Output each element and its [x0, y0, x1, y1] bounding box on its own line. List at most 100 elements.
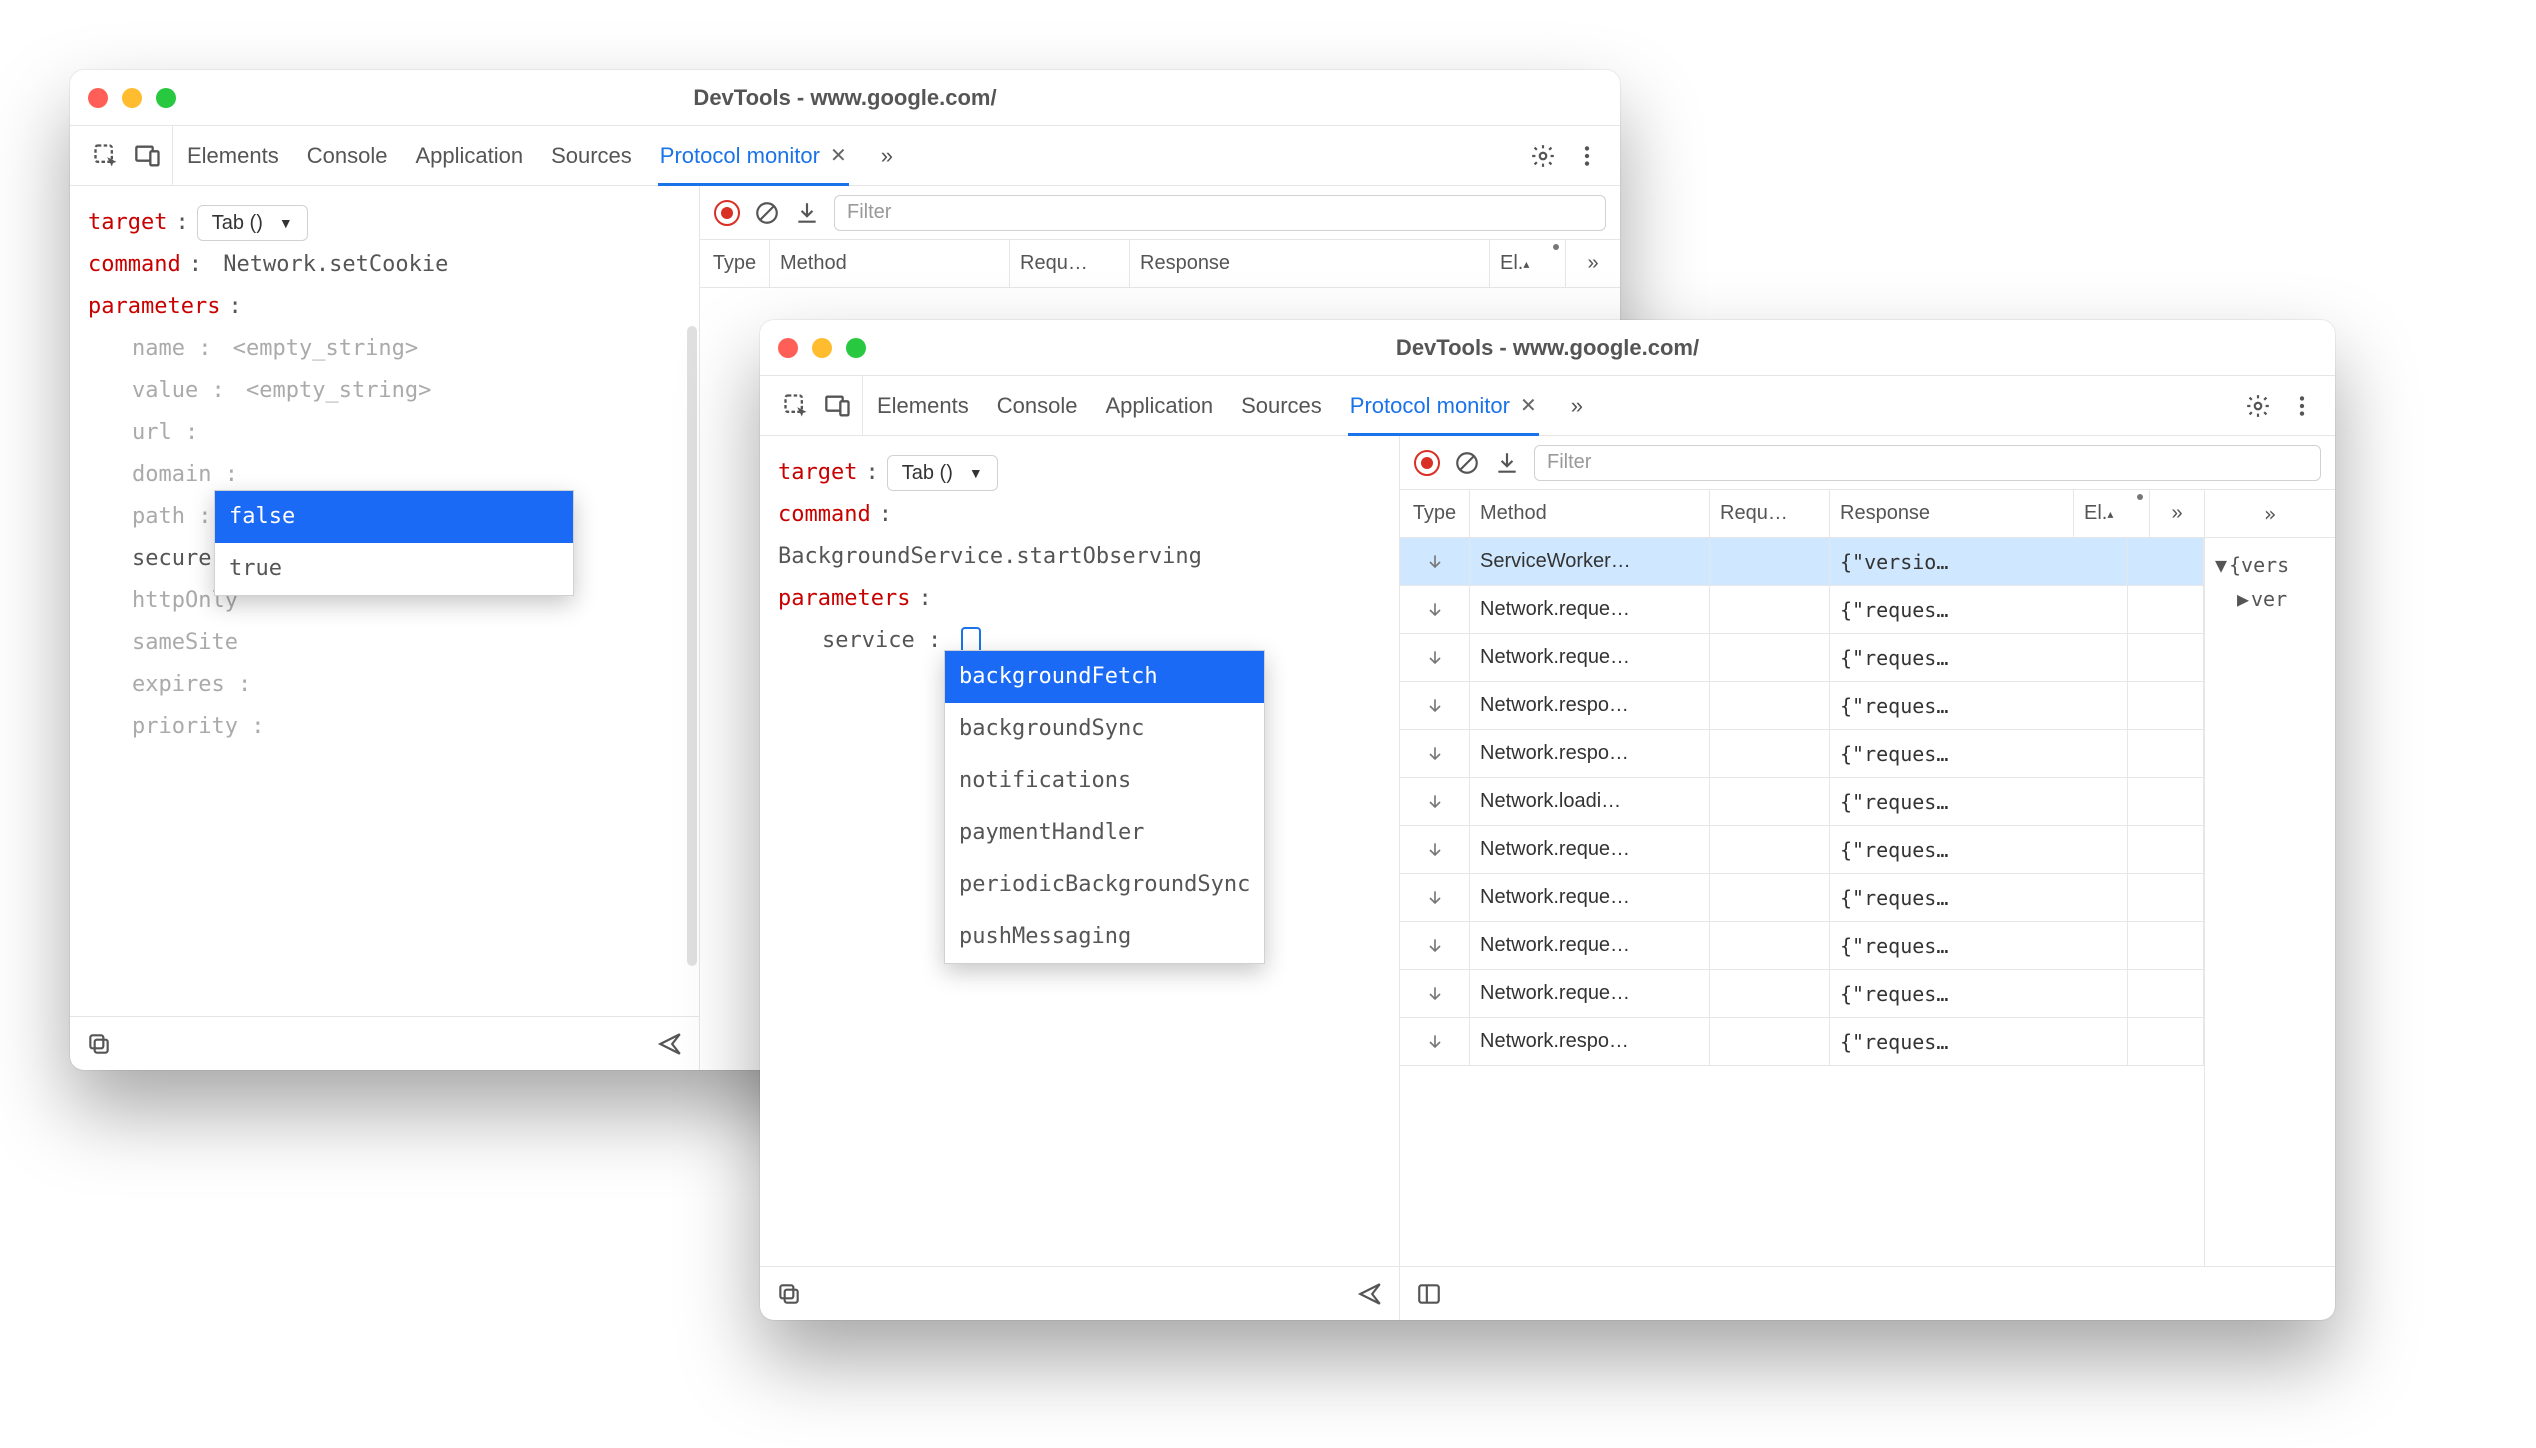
tab-sources[interactable]: Sources [551, 126, 632, 185]
table-row[interactable]: Network.reque…{"reques… [1400, 874, 2204, 922]
autocomplete-option[interactable]: pushMessaging [945, 911, 1264, 963]
col-elapsed-header[interactable]: El.▴ [1490, 240, 1566, 287]
traffic-light-close-icon[interactable] [88, 88, 108, 108]
row-request [1710, 778, 1830, 825]
tabs-overflow-icon[interactable]: » [875, 126, 899, 185]
clear-icon[interactable] [1454, 450, 1480, 476]
autocomplete-option[interactable]: periodicBackgroundSync [945, 859, 1264, 911]
table-row[interactable]: Network.respo…{"reques… [1400, 1018, 2204, 1066]
tab-elements[interactable]: Elements [187, 126, 279, 185]
param-row[interactable]: name : <empty_string> [88, 328, 681, 370]
editor-target-select[interactable]: Tab ()▼ [887, 455, 998, 491]
device-toolbar-icon[interactable] [824, 392, 852, 420]
download-icon[interactable] [794, 200, 820, 226]
copy-icon[interactable] [86, 1031, 112, 1057]
command-editor-pane: target: Tab ()▼ command: Network.setCook… [70, 186, 700, 1070]
settings-gear-icon[interactable] [1530, 143, 1556, 169]
tab-console[interactable]: Console [307, 126, 388, 185]
param-row[interactable]: value : <empty_string> [88, 370, 681, 412]
editor-command-value[interactable]: Network.setCookie [223, 244, 448, 286]
device-toolbar-icon[interactable] [134, 142, 162, 170]
devtools-window-front: DevTools - www.google.com/ Elements Cons… [760, 320, 2335, 1320]
traffic-light-zoom-icon[interactable] [846, 338, 866, 358]
tab-sources[interactable]: Sources [1241, 376, 1322, 435]
clear-icon[interactable] [754, 200, 780, 226]
param-row[interactable]: expires : [88, 664, 681, 706]
monitor-toolbar: Filter [700, 186, 1620, 240]
copy-icon[interactable] [776, 1281, 802, 1307]
filter-input[interactable]: Filter [1534, 445, 2321, 481]
autocomplete-option[interactable]: backgroundSync [945, 703, 1264, 755]
table-row[interactable]: Network.reque…{"reques… [1400, 922, 2204, 970]
monitor-pane: Filter Type Method Requ… Response El.▴ »… [1400, 436, 2335, 1320]
col-response-header[interactable]: Response [1130, 240, 1490, 287]
autocomplete-option[interactable]: backgroundFetch [945, 651, 1264, 703]
settings-gear-icon[interactable] [2245, 393, 2271, 419]
col-type-header[interactable]: Type [1400, 490, 1470, 537]
tab-close-icon[interactable]: ✕ [830, 143, 847, 168]
param-row[interactable]: priority : [88, 706, 681, 748]
table-row[interactable]: Network.reque…{"reques… [1400, 826, 2204, 874]
tab-elements[interactable]: Elements [877, 376, 969, 435]
autocomplete-option[interactable]: false [215, 491, 573, 543]
traffic-light-minimize-icon[interactable] [122, 88, 142, 108]
col-type-header[interactable]: Type [700, 240, 770, 287]
table-row[interactable]: Network.reque…{"reques… [1400, 970, 2204, 1018]
table-row[interactable]: Network.reque…{"reques… [1400, 634, 2204, 682]
tab-protocol-monitor[interactable]: Protocol monitor ✕ [1350, 376, 1537, 435]
table-row[interactable]: Network.loadi…{"reques… [1400, 778, 2204, 826]
traffic-light-close-icon[interactable] [778, 338, 798, 358]
traffic-lights [778, 338, 866, 358]
col-elapsed-header[interactable]: El.▴ [2074, 490, 2150, 537]
table-row[interactable]: Network.reque…{"reques… [1400, 586, 2204, 634]
tabs-overflow-icon[interactable]: » [1565, 376, 1589, 435]
autocomplete-option[interactable]: paymentHandler [945, 807, 1264, 859]
tab-application[interactable]: Application [1105, 376, 1213, 435]
record-icon[interactable] [714, 200, 740, 226]
row-request [1710, 538, 1830, 585]
send-icon[interactable] [657, 1031, 683, 1057]
col-method-header[interactable]: Method [770, 240, 1010, 287]
tab-close-icon[interactable]: ✕ [1520, 393, 1537, 418]
editor-target-select[interactable]: Tab ()▼ [197, 205, 308, 241]
tab-console[interactable]: Console [997, 376, 1078, 435]
json-tree-child[interactable]: ▶ver [2215, 582, 2325, 616]
inspect-icon[interactable] [92, 142, 120, 170]
traffic-light-zoom-icon[interactable] [156, 88, 176, 108]
more-vertical-icon[interactable] [2289, 393, 2315, 419]
json-tree-root[interactable]: ▼{vers [2215, 548, 2325, 582]
tab-application[interactable]: Application [415, 126, 523, 185]
row-response: {"reques… [1830, 778, 2128, 825]
row-elapsed [2128, 874, 2204, 921]
monitor-table-rows: ServiceWorker…{"versio…Network.reque…{"r… [1400, 538, 2204, 1066]
col-request-header[interactable]: Requ… [1710, 490, 1830, 537]
param-row[interactable]: url : [88, 412, 681, 454]
download-icon[interactable] [1494, 450, 1520, 476]
table-row[interactable]: Network.respo…{"reques… [1400, 682, 2204, 730]
monitor-side-panel: » ▼{vers ▶ver [2205, 490, 2335, 1266]
autocomplete-option[interactable]: notifications [945, 755, 1264, 807]
col-request-header[interactable]: Requ… [1010, 240, 1130, 287]
toggle-sidepanel-icon[interactable] [1416, 1281, 1442, 1307]
record-icon[interactable] [1414, 450, 1440, 476]
table-row[interactable]: Network.respo…{"reques… [1400, 730, 2204, 778]
table-row[interactable]: ServiceWorker…{"versio… [1400, 538, 2204, 586]
row-request [1710, 1018, 1830, 1065]
scrollbar[interactable] [687, 326, 697, 966]
filter-input[interactable]: Filter [834, 195, 1606, 231]
more-vertical-icon[interactable] [1574, 143, 1600, 169]
col-more-header[interactable]: » [1566, 240, 1620, 287]
row-elapsed [2128, 826, 2204, 873]
editor-command-value[interactable]: BackgroundService.startObserving [778, 536, 1202, 578]
col-response-header[interactable]: Response [1830, 490, 2074, 537]
tab-protocol-monitor[interactable]: Protocol monitor ✕ [660, 126, 847, 185]
autocomplete-option[interactable]: true [215, 543, 573, 595]
col-method-header[interactable]: Method [1470, 490, 1710, 537]
send-icon[interactable] [1357, 1281, 1383, 1307]
col-more-header[interactable]: » [2150, 490, 2204, 537]
side-panel-overflow-icon[interactable]: » [2205, 490, 2335, 538]
inspect-icon[interactable] [782, 392, 810, 420]
param-row[interactable]: sameSite [88, 622, 681, 664]
traffic-light-minimize-icon[interactable] [812, 338, 832, 358]
row-response: {"reques… [1830, 730, 2128, 777]
